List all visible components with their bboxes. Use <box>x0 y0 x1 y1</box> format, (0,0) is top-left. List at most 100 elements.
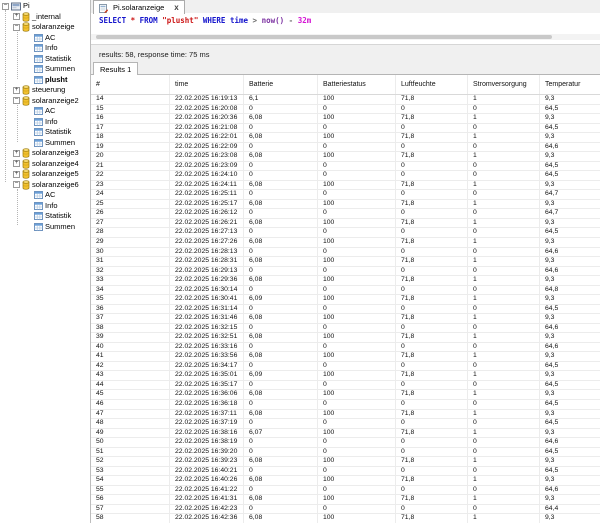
tree-item-info[interactable]: Info <box>0 43 90 54</box>
tree-item-label[interactable]: Summen <box>45 64 75 75</box>
table-row[interactable]: 4822.02.2025 16:37:19000064,5 <box>91 419 600 429</box>
tree-item-label[interactable]: AC <box>45 33 55 44</box>
expand-icon[interactable]: + <box>13 13 20 20</box>
collapse-icon[interactable]: − <box>13 24 20 31</box>
tab-results-1[interactable]: Results 1 <box>93 62 138 75</box>
column-header-time[interactable]: time <box>170 75 244 94</box>
table-row[interactable]: 5322.02.2025 16:40:21000064,5 <box>91 467 600 477</box>
expand-icon[interactable]: + <box>13 150 20 157</box>
table-row[interactable]: 5822.02.2025 16:42:366,0810071,819,3 <box>91 514 600 523</box>
table-row[interactable]: 2522.02.2025 16:25:176,0810071,819,3 <box>91 200 600 210</box>
tree-item-label[interactable]: Pi <box>23 1 30 12</box>
tree-item-statistik[interactable]: Statistik <box>0 127 90 138</box>
table-row[interactable]: 4522.02.2025 16:36:066,0810071,819,3 <box>91 390 600 400</box>
tree-item-statistik[interactable]: Statistik <box>0 54 90 65</box>
tree-item-label[interactable]: solaranzeige4 <box>32 159 79 170</box>
horizontal-scrollbar[interactable] <box>91 34 600 40</box>
tree-item-info[interactable]: Info <box>0 201 90 212</box>
table-row[interactable]: 2922.02.2025 16:27:266,0810071,819,3 <box>91 238 600 248</box>
tree-item-label[interactable]: solaranzeige2 <box>32 96 79 107</box>
tree-item-label[interactable]: Statistik <box>45 54 71 65</box>
table-row[interactable]: 5022.02.2025 16:38:19000064,6 <box>91 438 600 448</box>
table-row[interactable]: 5222.02.2025 16:39:236,0810071,819,3 <box>91 457 600 467</box>
table-row[interactable]: 4622.02.2025 16:36:18000064,5 <box>91 400 600 410</box>
tree-item-label[interactable]: Info <box>45 117 58 128</box>
table-row[interactable]: 1822.02.2025 16:22:016,0810071,819,3 <box>91 133 600 143</box>
query-editor[interactable]: SELECT * FROM "plusht" WHERE time > now(… <box>91 13 600 45</box>
tree-item-solaranzeige4[interactable]: + solaranzeige4 <box>0 159 90 170</box>
tree-item-solaranzeige[interactable]: − solaranzeige <box>0 22 90 33</box>
table-row[interactable]: 3022.02.2025 16:28:13000064,6 <box>91 248 600 258</box>
tree-item-label[interactable]: Info <box>45 201 58 212</box>
table-row[interactable]: 3122.02.2025 16:28:316,0810071,819,3 <box>91 257 600 267</box>
tree-item-statistik[interactable]: Statistik <box>0 211 90 222</box>
column-header-batterie[interactable]: Batterie <box>244 75 318 94</box>
tree-item-info[interactable]: Info <box>0 117 90 128</box>
table-row[interactable]: 4722.02.2025 16:37:116,0810071,819,3 <box>91 410 600 420</box>
table-row[interactable]: 5622.02.2025 16:41:316,0810071,819,3 <box>91 495 600 505</box>
collapse-icon[interactable]: − <box>13 181 20 188</box>
tree-item-ac[interactable]: AC <box>0 33 90 44</box>
table-row[interactable]: 5722.02.2025 16:42:23000064,4 <box>91 505 600 515</box>
tree-item-summen[interactable]: Summen <box>0 222 90 233</box>
table-row[interactable]: 5522.02.2025 16:41:22000064,6 <box>91 486 600 496</box>
table-row[interactable]: 2622.02.2025 16:26:12000064,7 <box>91 209 600 219</box>
table-row[interactable]: 2222.02.2025 16:24:10000064,5 <box>91 171 600 181</box>
tree-item-label[interactable]: Summen <box>45 222 75 233</box>
column-header-stromversorgung[interactable]: Stromversorgung <box>468 75 540 94</box>
table-row[interactable]: 5122.02.2025 16:39:20000064,5 <box>91 448 600 458</box>
tree-item-label[interactable]: steuerung <box>32 85 65 96</box>
tree-item-label[interactable]: Summen <box>45 138 75 149</box>
table-row[interactable]: 1522.02.2025 16:20:08000064,5 <box>91 105 600 115</box>
tree-item-label[interactable]: plusht <box>45 75 68 86</box>
column-header-index[interactable]: # <box>91 75 170 94</box>
expand-icon[interactable]: + <box>13 87 20 94</box>
tree-item-summen[interactable]: Summen <box>0 64 90 75</box>
expand-icon[interactable]: + <box>13 160 20 167</box>
tree-item-label[interactable]: Statistik <box>45 127 71 138</box>
table-row[interactable]: 1922.02.2025 16:22:09000064,6 <box>91 143 600 153</box>
table-row[interactable]: 4422.02.2025 16:35:17000064,5 <box>91 381 600 391</box>
table-row[interactable]: 3222.02.2025 16:29:13000064,6 <box>91 267 600 277</box>
table-row[interactable]: 4122.02.2025 16:33:566,0810071,819,3 <box>91 352 600 362</box>
tree-item-solaranzeige6[interactable]: − solaranzeige6 <box>0 180 90 191</box>
tree-item-label[interactable]: _internal <box>32 12 61 23</box>
scrollbar-thumb[interactable] <box>96 35 552 39</box>
table-row[interactable]: 2722.02.2025 16:26:216,0810071,819,3 <box>91 219 600 229</box>
table-row[interactable]: 3722.02.2025 16:31:466,0810071,819,3 <box>91 314 600 324</box>
table-row[interactable]: 2322.02.2025 16:24:116,0810071,819,3 <box>91 181 600 191</box>
table-row[interactable]: 3322.02.2025 16:29:366,0810071,819,3 <box>91 276 600 286</box>
table-row[interactable]: 3422.02.2025 16:30:14000064,8 <box>91 286 600 296</box>
expand-icon[interactable]: + <box>13 171 20 178</box>
collapse-icon[interactable]: − <box>13 97 20 104</box>
collapse-icon[interactable]: − <box>2 3 9 10</box>
table-row[interactable]: 3922.02.2025 16:32:516,0810071,819,3 <box>91 333 600 343</box>
tree-item-label[interactable]: solaranzeige <box>32 22 75 33</box>
tree-item-label[interactable]: Statistik <box>45 211 71 222</box>
tree-item-label[interactable]: solaranzeige5 <box>32 169 79 180</box>
column-header-luftfeuchte[interactable]: Luftfeuchte <box>396 75 468 94</box>
table-row[interactable]: 3622.02.2025 16:31:14000064,5 <box>91 305 600 315</box>
query-tab[interactable]: Pi.solaranzeige x <box>93 0 185 14</box>
table-row[interactable]: 2422.02.2025 16:25:11000064,7 <box>91 190 600 200</box>
tree-item-ac[interactable]: AC <box>0 190 90 201</box>
table-row[interactable]: 2122.02.2025 16:23:09000064,5 <box>91 162 600 172</box>
tree-item-plusht[interactable]: plusht <box>0 75 90 86</box>
tree-item--internal[interactable]: + _internal <box>0 12 90 23</box>
tree-item-label[interactable]: Info <box>45 43 58 54</box>
tree-item-label[interactable]: AC <box>45 106 55 117</box>
tree-item-ac[interactable]: AC <box>0 106 90 117</box>
tree-item-solaranzeige5[interactable]: + solaranzeige5 <box>0 169 90 180</box>
table-row[interactable]: 2022.02.2025 16:23:086,0810071,819,3 <box>91 152 600 162</box>
table-row[interactable]: 4322.02.2025 16:35:016,0910071,819,3 <box>91 371 600 381</box>
column-header-temperatur[interactable]: Temperatur <box>540 75 600 94</box>
table-row[interactable]: 4922.02.2025 16:38:166,0710071,819,3 <box>91 429 600 439</box>
tree-item-label[interactable]: solaranzeige6 <box>32 180 79 191</box>
tree-item-solaranzeige2[interactable]: − solaranzeige2 <box>0 96 90 107</box>
table-row[interactable]: 1422.02.2025 16:19:136,110071,819,3 <box>91 95 600 105</box>
tree-item-summen[interactable]: Summen <box>0 138 90 149</box>
tree-item-solaranzeige3[interactable]: + solaranzeige3 <box>0 148 90 159</box>
tree-item-pi[interactable]: − Pi <box>0 1 90 12</box>
column-header-batteriestatus[interactable]: Batteriestatus <box>318 75 396 94</box>
tree-item-label[interactable]: solaranzeige3 <box>32 148 79 159</box>
